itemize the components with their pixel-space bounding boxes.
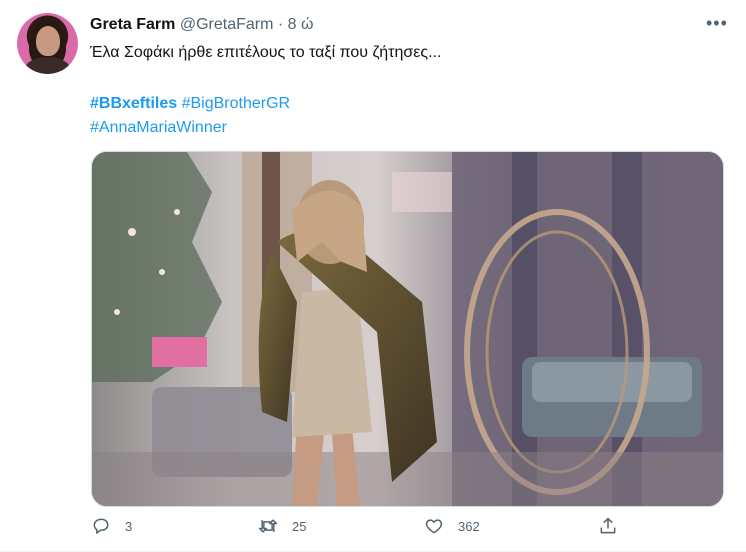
heart-icon bbox=[425, 519, 443, 534]
reply-button[interactable]: 3 bbox=[91, 516, 132, 536]
separator: · bbox=[277, 16, 284, 33]
tweet-media[interactable] bbox=[91, 151, 724, 507]
share-icon bbox=[600, 517, 616, 534]
tweet-actions: 3 25 362 bbox=[0, 516, 746, 546]
tweet[interactable]: Greta Farm @GretaFarm · 8 ώ ••• Έλα Σοφά… bbox=[0, 0, 746, 552]
like-count: 362 bbox=[458, 518, 480, 534]
share-button[interactable] bbox=[598, 516, 618, 536]
author-handle[interactable]: @GretaFarm bbox=[180, 16, 274, 33]
reply-count: 3 bbox=[125, 518, 133, 534]
tweet-header: Greta Farm @GretaFarm · 8 ώ bbox=[90, 15, 314, 35]
hashtag-link[interactable]: #BigBrotherGR bbox=[182, 95, 291, 112]
reply-icon bbox=[93, 518, 109, 534]
avatar[interactable] bbox=[17, 13, 78, 74]
like-button[interactable]: 362 bbox=[424, 516, 480, 536]
author-name[interactable]: Greta Farm bbox=[90, 16, 175, 33]
hashtag-link[interactable]: #AnnaMariaWinner bbox=[90, 119, 227, 136]
hashtag-link[interactable]: #BBxeftiles bbox=[90, 95, 177, 112]
tweet-time[interactable]: 8 ώ bbox=[288, 16, 314, 33]
retweet-button[interactable]: 25 bbox=[258, 516, 306, 536]
more-icon[interactable]: ••• bbox=[706, 13, 728, 34]
retweet-icon bbox=[258, 519, 278, 533]
hashtags: #BBxeftiles #BigBrotherGR #AnnaMariaWinn… bbox=[90, 92, 290, 140]
retweet-count: 25 bbox=[292, 518, 307, 534]
tweet-text: Έλα Σοφάκι ήρθε επιτέλους το ταξί που ζή… bbox=[90, 44, 442, 61]
